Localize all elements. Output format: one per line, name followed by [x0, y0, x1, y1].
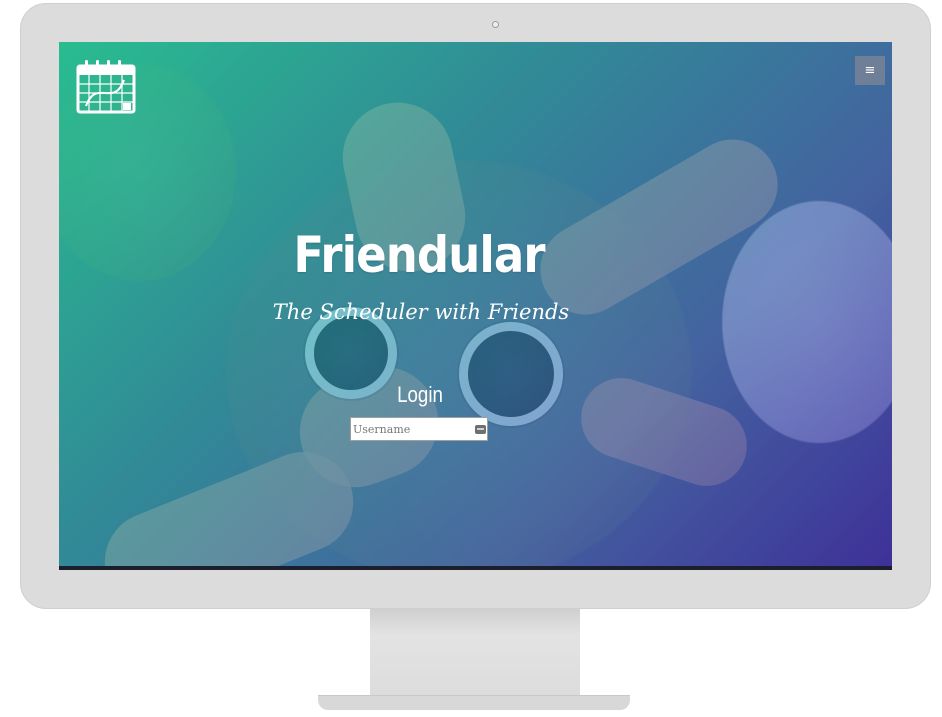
app-title: Friendular	[293, 226, 545, 284]
username-field[interactable]	[350, 417, 488, 441]
monitor-stand-base	[318, 695, 630, 710]
menu-button[interactable]: ≡	[855, 56, 885, 85]
app-subtitle: The Scheduler with Friends	[272, 300, 570, 324]
calendar-icon[interactable]	[76, 58, 136, 114]
hamburger-menu-icon: ≡	[864, 63, 876, 78]
webcam-icon	[492, 21, 499, 28]
key-icon[interactable]	[475, 424, 486, 434]
login-heading: Login	[397, 382, 443, 407]
screen: ≡ Friendular The Scheduler with Friends …	[59, 42, 892, 570]
screen-bottom-strip	[59, 566, 892, 570]
username-input[interactable]	[351, 419, 470, 439]
desktop-monitor-mockup: ≡ Friendular The Scheduler with Friends …	[0, 0, 942, 717]
monitor-stand-neck	[370, 608, 580, 700]
